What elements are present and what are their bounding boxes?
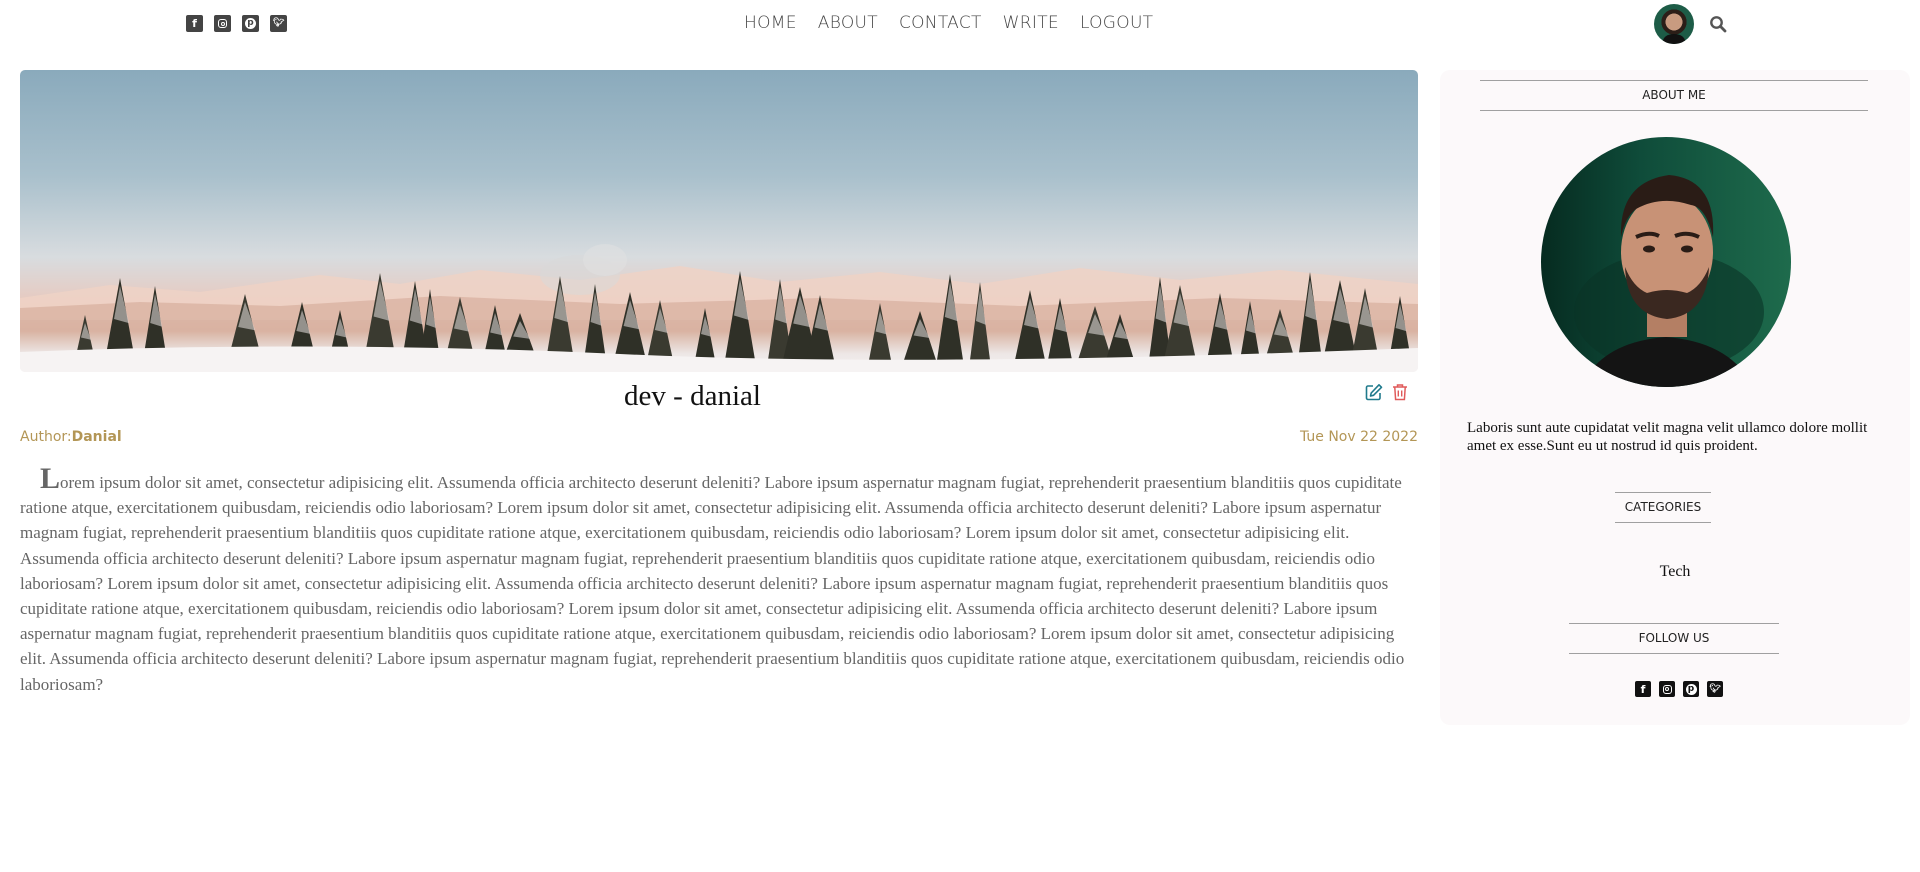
snowy-forest-landscape — [20, 244, 1418, 372]
main-nav: HOME ABOUT CONTACT WRITE LOGOUT — [744, 13, 1153, 33]
profile-photo — [1541, 137, 1791, 387]
nav-contact[interactable]: CONTACT — [899, 13, 982, 33]
instagram-icon[interactable] — [1659, 681, 1675, 697]
about-me-title: ABOUT ME — [1480, 80, 1868, 111]
twitter-icon[interactable]: 🐦︎ — [270, 15, 287, 32]
about-me-text: Laboris sunt aute cupidatat velit magna … — [1467, 420, 1868, 454]
facebook-icon[interactable]: f — [186, 15, 203, 32]
post-hero-image — [20, 70, 1418, 372]
twitter-icon[interactable]: 🐦︎ — [1707, 681, 1723, 697]
post-date: Tue Nov 22 2022 — [1299, 429, 1418, 445]
top-bar: f p 🐦︎ HOME ABOUT CONTACT WRITE LOGOUT — [0, 0, 1920, 50]
nav-logout[interactable]: LOGOUT — [1080, 13, 1153, 33]
author-name[interactable]: Danial — [72, 429, 122, 445]
trash-icon[interactable] — [1392, 383, 1408, 401]
pinterest-icon[interactable]: p — [1683, 681, 1699, 697]
follow-us-title: FOLLOW US — [1569, 623, 1779, 654]
user-avatar[interactable] — [1654, 4, 1694, 44]
top-social-links: f p 🐦︎ — [186, 15, 287, 32]
instagram-icon[interactable] — [214, 15, 231, 32]
sidebar: ABOUT ME Laboris sunt aute cupidatat vel… — [1440, 70, 1910, 725]
pinterest-icon[interactable]: p — [242, 15, 259, 32]
edit-icon[interactable] — [1365, 383, 1383, 401]
nav-about[interactable]: ABOUT — [818, 13, 878, 33]
nav-write[interactable]: WRITE — [1003, 13, 1059, 33]
post-text: orem ipsum dolor sit amet, consectetur a… — [20, 473, 1405, 694]
sidebar-social-links: f p 🐦︎ — [1635, 681, 1723, 697]
author-label: Author: — [20, 429, 72, 445]
post-title: dev - danial — [624, 380, 761, 412]
category-item-tech[interactable]: Tech — [1440, 563, 1910, 581]
post-author: Author:Danial — [20, 429, 122, 445]
facebook-icon[interactable]: f — [1635, 681, 1651, 697]
categories-title: CATEGORIES — [1615, 492, 1711, 523]
post-body: Lorem ipsum dolor sit amet, consectetur … — [20, 464, 1418, 697]
nav-home[interactable]: HOME — [744, 13, 797, 33]
search-icon[interactable] — [1709, 15, 1727, 33]
post-dropcap: L — [40, 462, 61, 495]
